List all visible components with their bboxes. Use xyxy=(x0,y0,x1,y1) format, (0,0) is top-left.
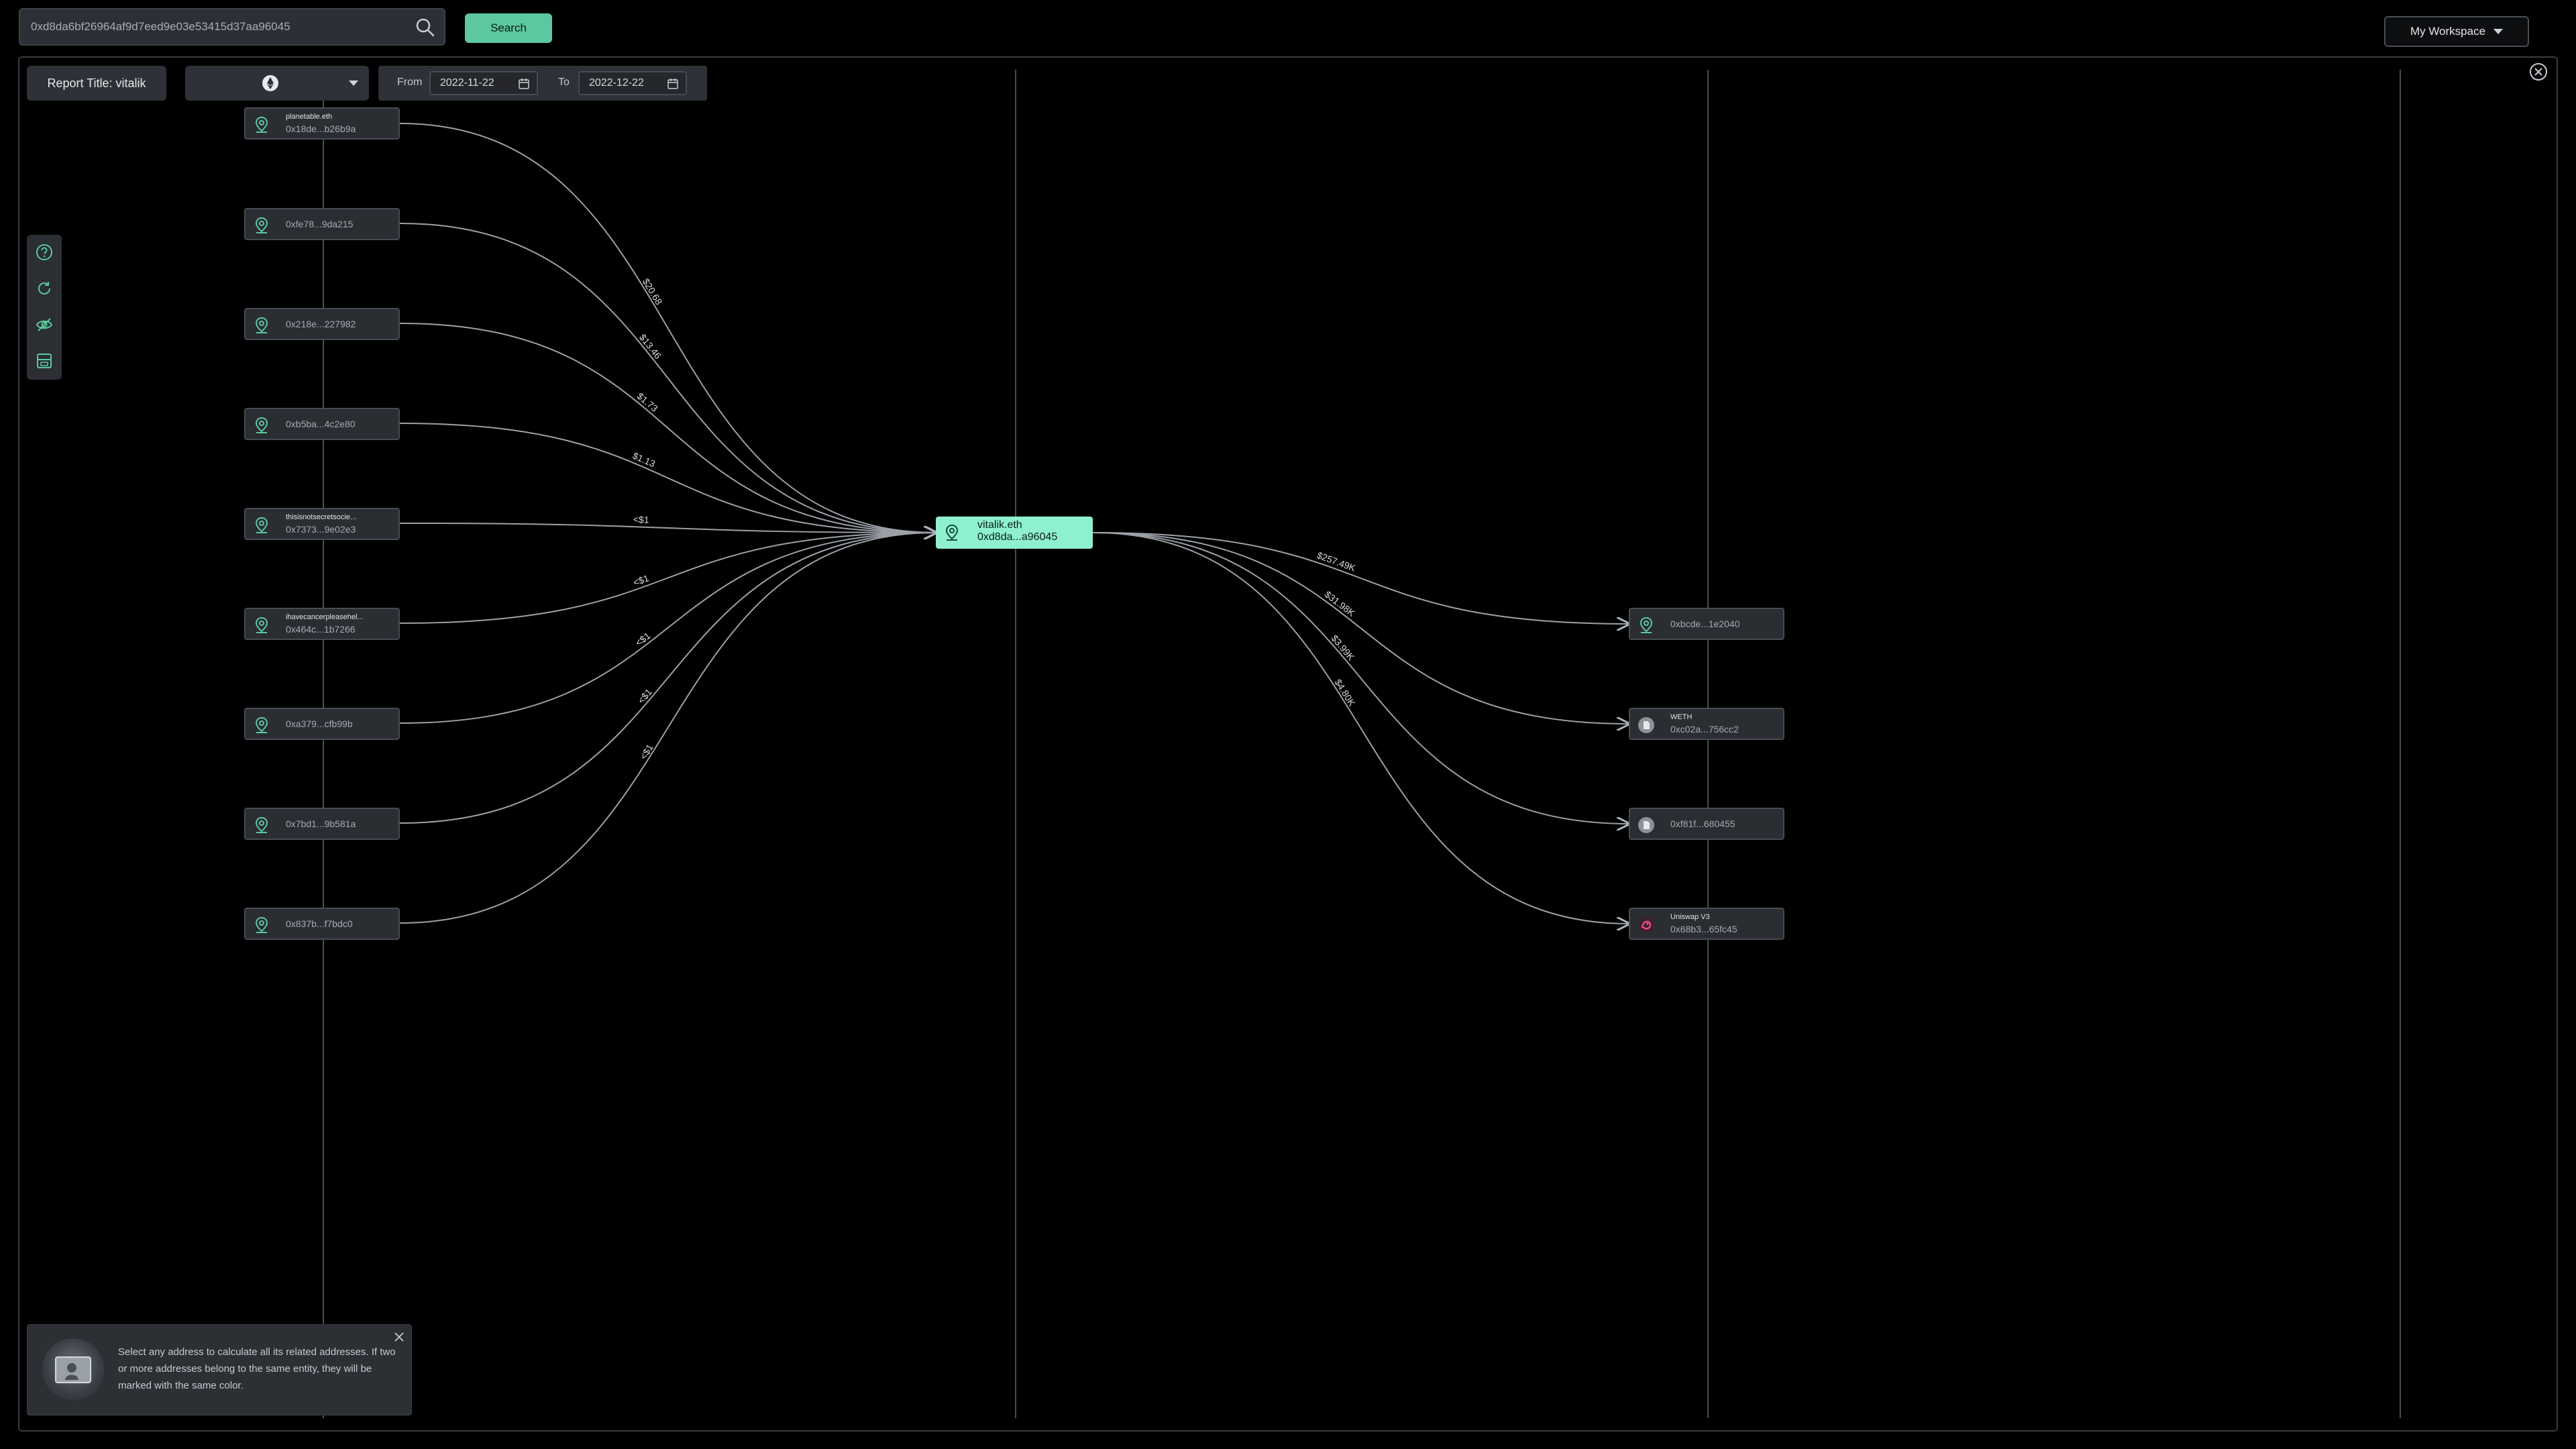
contract-node[interactable]: Uniswap V3 0x68b3...65fc45 xyxy=(1629,908,1784,940)
column-line xyxy=(1015,70,1016,1418)
node-address: 0x18de...b26b9a xyxy=(286,123,356,134)
center-address-node[interactable]: vitalik.eth 0xd8da...a96045 xyxy=(936,517,1093,549)
column-line xyxy=(2400,70,2401,1418)
address-node[interactable]: 0xfe78...9da215 xyxy=(244,208,400,240)
node-address: 0xc02a...756cc2 xyxy=(1670,724,1739,735)
center-node-address: 0xd8da...a96045 xyxy=(977,531,1058,543)
wallet-icon xyxy=(255,217,268,233)
wallet-icon xyxy=(255,417,268,433)
column-line xyxy=(1707,70,1709,1418)
address-node[interactable]: ihavecancerpleasehel... 0x464c...1b7266 xyxy=(244,608,400,640)
ethereum-icon xyxy=(262,75,278,91)
node-address: 0x7373...9e02e3 xyxy=(286,524,356,535)
address-node[interactable]: 0xb5ba...4c2e80 xyxy=(244,408,400,440)
graph-toolbar xyxy=(27,235,62,380)
node-address: 0xf81f...680455 xyxy=(1670,818,1735,829)
close-icon[interactable] xyxy=(392,1330,406,1344)
calendar-icon xyxy=(519,78,529,89)
node-name: ihavecancerpleasehel... xyxy=(286,613,364,621)
address-node[interactable]: 0xa379...cfb99b xyxy=(244,708,400,740)
node-address: 0xb5ba...4c2e80 xyxy=(286,419,356,429)
to-label: To xyxy=(558,76,570,88)
node-address: 0x218e...227982 xyxy=(286,319,356,329)
wallet-icon xyxy=(255,116,268,133)
token-node[interactable]: WETH 0xc02a...756cc2 xyxy=(1629,708,1784,740)
search-icon[interactable] xyxy=(415,17,436,38)
hint-card: Select any address to calculate all its … xyxy=(27,1324,412,1415)
address-node[interactable]: thisisnotsecretsocie... 0x7373...9e02e3 xyxy=(244,508,400,540)
to-date-value: 2022-12-22 xyxy=(589,77,644,89)
node-address: 0x464c...1b7266 xyxy=(286,624,356,635)
person-at-screen-icon xyxy=(55,1356,91,1383)
calendar-icon xyxy=(667,78,678,89)
search-button[interactable]: Search xyxy=(465,13,552,43)
node-name: thisisnotsecretsocie... xyxy=(286,513,357,521)
wallet-icon xyxy=(255,616,268,633)
column-line xyxy=(323,70,324,1418)
workspace-label: My Workspace xyxy=(2410,25,2486,38)
wallet-icon xyxy=(255,916,268,933)
chain-select[interactable] xyxy=(185,66,369,101)
to-date-field[interactable]: 2022-12-22 xyxy=(578,71,687,95)
node-address: 0x837b...f7bdc0 xyxy=(286,918,353,929)
search-bar[interactable] xyxy=(19,8,445,46)
wallet-icon xyxy=(255,816,268,833)
address-node[interactable]: 0x218e...227982 xyxy=(244,308,400,340)
token-icon xyxy=(1638,817,1654,833)
node-address: 0x68b3...65fc45 xyxy=(1670,924,1737,934)
close-icon[interactable] xyxy=(2528,62,2548,82)
help-icon[interactable] xyxy=(35,243,54,262)
node-address: 0xa379...cfb99b xyxy=(286,718,353,729)
wallet-icon xyxy=(945,524,959,541)
save-icon[interactable] xyxy=(35,352,54,370)
from-date-field[interactable]: 2022-11-22 xyxy=(429,71,538,95)
graph-panel xyxy=(18,56,2558,1432)
node-address: 0x7bd1...9b581a xyxy=(286,818,356,829)
token-icon xyxy=(1638,717,1654,733)
refresh-icon[interactable] xyxy=(35,279,54,298)
date-range: From 2022-11-22 To 2022-12-22 xyxy=(378,66,707,101)
node-name: WETH xyxy=(1670,713,1693,721)
uniswap-icon xyxy=(1638,917,1654,933)
search-input[interactable] xyxy=(28,9,409,44)
address-node[interactable]: planetable.eth 0x18de...b26b9a xyxy=(244,107,400,140)
hint-text: Select any address to calculate all its … xyxy=(118,1346,396,1391)
address-node[interactable]: 0x837b...f7bdc0 xyxy=(244,908,400,940)
node-name: Uniswap V3 xyxy=(1670,913,1710,921)
chevron-down-icon xyxy=(349,80,358,86)
from-date-value: 2022-11-22 xyxy=(440,77,494,89)
wallet-icon xyxy=(255,317,268,333)
chevron-down-icon xyxy=(2493,29,2504,34)
from-label: From xyxy=(397,76,423,88)
workspace-dropdown[interactable]: My Workspace xyxy=(2384,16,2529,47)
report-title[interactable]: Report Title: vitalik xyxy=(27,66,166,101)
wallet-icon xyxy=(1640,616,1653,633)
hint-illustration xyxy=(42,1338,104,1400)
token-node[interactable]: 0xf81f...680455 xyxy=(1629,808,1784,840)
address-node[interactable]: 0xbcde...1e2040 xyxy=(1629,608,1784,640)
center-node-name: vitalik.eth xyxy=(977,519,1022,531)
wallet-icon xyxy=(255,517,268,533)
node-name: planetable.eth xyxy=(286,113,333,121)
hide-icon[interactable] xyxy=(35,315,54,334)
address-node[interactable]: 0x7bd1...9b581a xyxy=(244,808,400,840)
node-address: 0xfe78...9da215 xyxy=(286,219,354,229)
node-address: 0xbcde...1e2040 xyxy=(1670,619,1740,629)
wallet-icon xyxy=(255,716,268,733)
